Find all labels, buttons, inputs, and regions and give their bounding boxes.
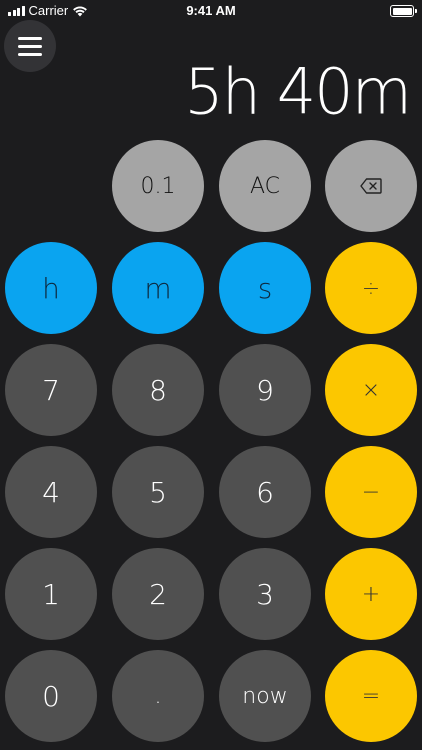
battery-icon (390, 5, 417, 17)
key-4[interactable]: 4 (5, 446, 97, 538)
key-5[interactable]: 5 (112, 446, 204, 538)
key-6[interactable]: 6 (219, 446, 311, 538)
key-backspace[interactable] (325, 140, 417, 232)
status-time: 9:41 AM (186, 3, 236, 18)
key-multiply[interactable]: × (325, 344, 417, 436)
key-minutes[interactable]: m (112, 242, 204, 334)
key-0[interactable]: 0 (5, 650, 97, 742)
key-7[interactable]: 7 (5, 344, 97, 436)
calculator-screen: Carrier 9:41 AM 5h 40m 0.1 AC h m s ÷ 7 … (0, 0, 422, 750)
key-now[interactable]: now (219, 650, 311, 742)
key-9[interactable]: 9 (219, 344, 311, 436)
key-8[interactable]: 8 (112, 344, 204, 436)
key-1[interactable]: 1 (5, 548, 97, 640)
key-divide[interactable]: ÷ (325, 242, 417, 334)
backspace-icon (360, 178, 382, 194)
key-hours[interactable]: h (5, 242, 97, 334)
key-2[interactable]: 2 (112, 548, 204, 640)
key-3[interactable]: 3 (219, 548, 311, 640)
menu-icon-line (18, 52, 42, 56)
menu-icon-line (18, 36, 42, 40)
key-minus[interactable]: − (325, 446, 417, 538)
status-bar: Carrier 9:41 AM (0, 0, 422, 22)
result-display: 5h 40m (184, 54, 412, 129)
key-decimal-tenth[interactable]: 0.1 (112, 140, 204, 232)
key-clear[interactable]: AC (219, 140, 311, 232)
key-point[interactable]: . (112, 650, 204, 742)
key-equals[interactable]: = (325, 650, 417, 742)
key-seconds[interactable]: s (219, 242, 311, 334)
menu-button[interactable] (4, 20, 56, 72)
key-plus[interactable]: + (325, 548, 417, 640)
menu-icon-line (18, 44, 42, 48)
